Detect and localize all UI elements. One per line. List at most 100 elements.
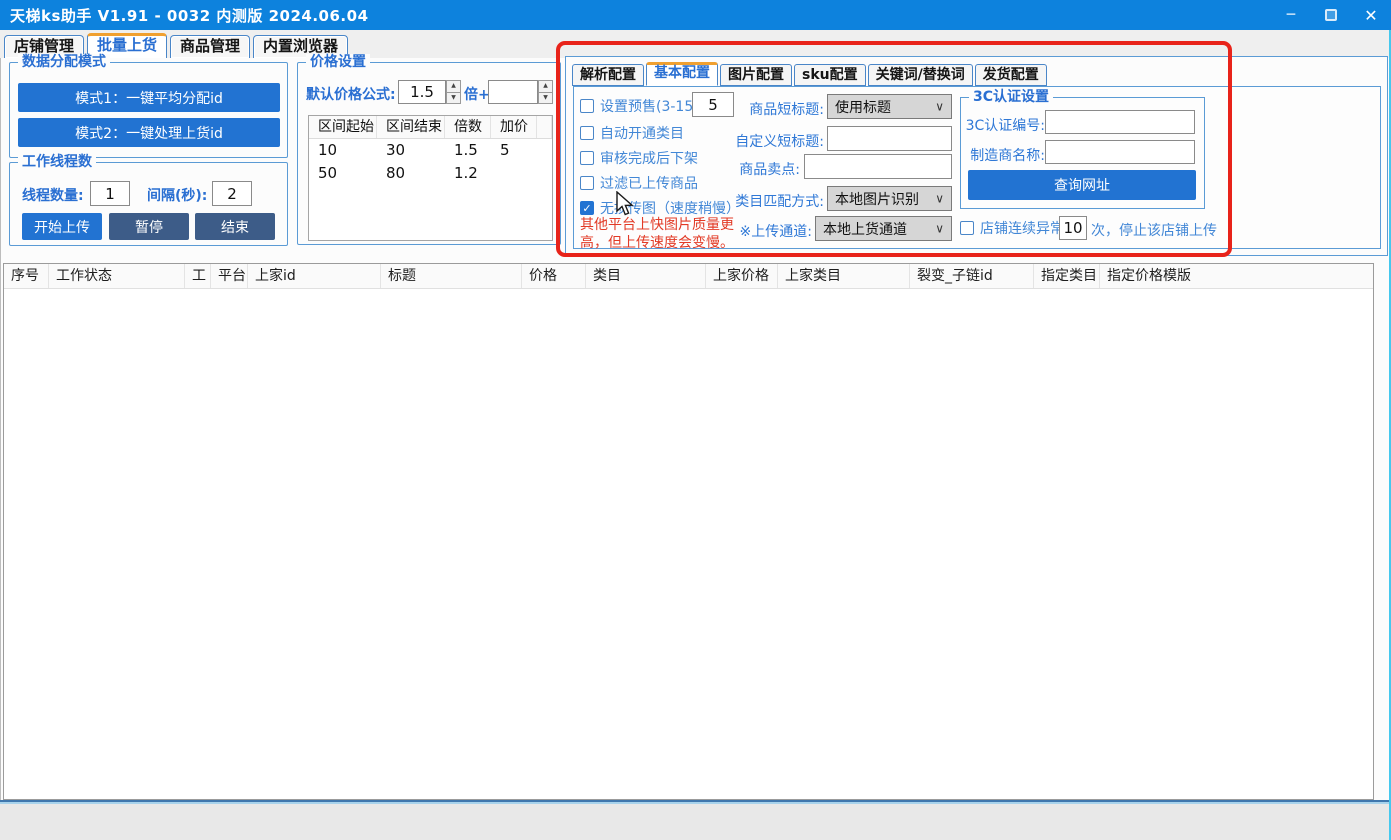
app-window: 天梯ks助手 V1.91 - 0032 内测版 2024.06.04 ─ ✕ 店… (0, 0, 1391, 840)
chevron-down-icon: ∨ (935, 221, 944, 235)
check-icon: ✓ (582, 202, 591, 215)
spinner-down-icon[interactable]: ▼ (446, 93, 461, 105)
manufacturer-label: 制造商名称: (963, 145, 1045, 165)
col-fission-sublink-id[interactable]: 裂变_子链id (910, 264, 1034, 288)
col-price[interactable]: 价格 (522, 264, 586, 288)
data-mode-group: 数据分配模式 模式1：一键平均分配id 模式2：一键处理上货id (9, 62, 288, 158)
price-formula-label: 默认价格公式: (306, 84, 396, 104)
main-tabstrip: 店铺管理 批量上货 商品管理 内置浏览器 (0, 30, 1391, 58)
offshelf-label: 审核完成后下架 (600, 148, 698, 168)
manufacturer-input[interactable] (1045, 140, 1195, 164)
price-col-multiplier[interactable]: 倍数 (445, 116, 491, 138)
upload-channel-dropdown[interactable]: 本地上货通道 ∨ (815, 216, 952, 241)
items-table-header: 序号 工作状态 工 平台 上家id 标题 价格 类目 上家价格 上家类目 裂变_… (4, 264, 1373, 289)
c3-cert-group: 3C认证设置 3C认证编号: 制造商名称: 查询网址 (960, 97, 1205, 209)
config-panel: 解析配置 基本配置 图片配置 sku配置 关键词/替换词 发货配置 设置预售(3… (565, 56, 1388, 256)
maximize-icon (1325, 9, 1337, 21)
filter-uploaded-row[interactable]: 过滤已上传商品 (580, 173, 698, 193)
tab-product-management[interactable]: 商品管理 (170, 35, 250, 58)
close-button[interactable]: ✕ (1351, 0, 1391, 30)
c3-cert-no-input[interactable] (1045, 110, 1195, 134)
close-icon: ✕ (1364, 6, 1377, 25)
tab-sku-config[interactable]: sku配置 (794, 64, 866, 86)
shop-abnormal-count-input[interactable] (1059, 216, 1087, 240)
shop-abnormal-checkbox[interactable] (960, 221, 974, 235)
price-range-table: 区间起始 区间结束 倍数 加价 10 30 1.5 5 50 80 1.2 (308, 115, 553, 241)
mode2-button[interactable]: 模式2：一键处理上货id (18, 118, 280, 147)
query-website-button[interactable]: 查询网址 (968, 170, 1196, 200)
price-formula-spinner[interactable]: ▲ ▼ (446, 80, 461, 104)
chevron-down-icon: ∨ (935, 191, 944, 205)
start-upload-button[interactable]: 开始上传 (22, 213, 102, 240)
tab-image-config[interactable]: 图片配置 (720, 64, 792, 86)
auto-category-row[interactable]: 自动开通类目 (580, 123, 684, 143)
price-table-row[interactable]: 50 80 1.2 (309, 162, 552, 185)
col-index[interactable]: 序号 (4, 264, 49, 288)
lossless-checkbox[interactable]: ✓ (580, 201, 594, 215)
custom-short-title-input[interactable] (827, 126, 952, 151)
auto-category-checkbox[interactable] (580, 126, 594, 140)
thread-count-input[interactable] (90, 181, 130, 206)
stop-button[interactable]: 结束 (195, 213, 275, 240)
thread-group: 工作线程数 线程数量: 间隔(秒): 开始上传 暂停 结束 (9, 162, 288, 246)
col-category[interactable]: 类目 (586, 264, 706, 288)
short-title-dropdown[interactable]: 使用标题 ∨ (827, 94, 952, 119)
col-platform[interactable]: 平台 (211, 264, 248, 288)
price-group-title: 价格设置 (306, 54, 370, 70)
tab-delivery-config[interactable]: 发货配置 (975, 64, 1047, 86)
spinner-up-icon[interactable]: ▲ (446, 80, 461, 93)
presale-checkbox[interactable] (580, 99, 594, 113)
col-truncated[interactable]: 工 (185, 264, 211, 288)
price-col-markup[interactable]: 加价 (491, 116, 537, 138)
mode1-button[interactable]: 模式1：一键平均分配id (18, 83, 280, 112)
col-title[interactable]: 标题 (381, 264, 522, 288)
titlebar: 天梯ks助手 V1.91 - 0032 内测版 2024.06.04 ─ ✕ (0, 0, 1391, 30)
price-group: 价格设置 默认价格公式: ▲ ▼ 倍+ ▲ ▼ 区间起始 区间结束 倍数 加价 (297, 62, 561, 245)
offshelf-checkbox[interactable] (580, 151, 594, 165)
category-match-label: 类目匹配方式: (704, 191, 824, 211)
price-table-header: 区间起始 区间结束 倍数 加价 (309, 116, 552, 139)
minimize-button[interactable]: ─ (1271, 0, 1311, 30)
chevron-down-icon: ∨ (935, 99, 944, 113)
upload-channel-label: ※上传通道: (692, 221, 812, 241)
filter-uploaded-label: 过滤已上传商品 (600, 173, 698, 193)
data-mode-group-title: 数据分配模式 (18, 54, 110, 70)
c3-group-title: 3C认证设置 (969, 89, 1053, 105)
price-col-end[interactable]: 区间结束 (377, 116, 445, 138)
category-match-dropdown[interactable]: 本地图片识别 ∨ (827, 186, 952, 211)
multiplier-spinner[interactable]: ▲ ▼ (538, 80, 553, 104)
col-supplier-price[interactable]: 上家价格 (706, 264, 778, 288)
col-work-status[interactable]: 工作状态 (49, 264, 185, 288)
window-controls: ─ ✕ (1271, 0, 1391, 30)
upload-channel-value: 本地上货通道 (823, 219, 907, 239)
spinner-down-icon[interactable]: ▼ (538, 93, 553, 105)
tab-parse-config[interactable]: 解析配置 (572, 64, 644, 86)
spinner-up-icon[interactable]: ▲ (538, 80, 553, 93)
pause-button[interactable]: 暂停 (109, 213, 189, 240)
window-title: 天梯ks助手 V1.91 - 0032 内测版 2024.06.04 (10, 5, 369, 26)
offshelf-row[interactable]: 审核完成后下架 (580, 148, 698, 168)
items-table: 序号 工作状态 工 平台 上家id 标题 价格 类目 上家价格 上家类目 裂变_… (3, 263, 1374, 800)
multiplier-label: 倍+ (464, 84, 490, 104)
col-assigned-price-template[interactable]: 指定价格模版 (1100, 264, 1373, 288)
config-tabstrip: 解析配置 基本配置 图片配置 sku配置 关键词/替换词 发货配置 (572, 62, 1049, 86)
selling-point-input[interactable] (804, 154, 952, 179)
price-table-row[interactable]: 10 30 1.5 5 (309, 139, 552, 162)
short-title-label: 商品短标题: (704, 99, 824, 119)
shop-abnormal-row[interactable]: 店铺连续异常 (960, 218, 1064, 238)
selling-point-label: 商品卖点: (704, 159, 800, 179)
price-formula-input[interactable] (398, 80, 446, 104)
col-supplier-category[interactable]: 上家类目 (778, 264, 910, 288)
thread-count-label: 线程数量: (22, 185, 84, 205)
filter-uploaded-checkbox[interactable] (580, 176, 594, 190)
interval-input[interactable] (212, 181, 252, 206)
col-assigned-category[interactable]: 指定类目 (1034, 264, 1100, 288)
presale-checkbox-row[interactable]: 设置预售(3-15) (580, 96, 699, 116)
custom-short-title-label: 自定义短标题: (704, 131, 824, 151)
tab-keyword-replace[interactable]: 关键词/替换词 (868, 64, 973, 86)
price-col-start[interactable]: 区间起始 (309, 116, 377, 138)
tab-basic-config[interactable]: 基本配置 (646, 62, 718, 86)
maximize-button[interactable] (1311, 0, 1351, 30)
multiplier-input[interactable] (488, 80, 538, 104)
col-supplier-id[interactable]: 上家id (248, 264, 381, 288)
